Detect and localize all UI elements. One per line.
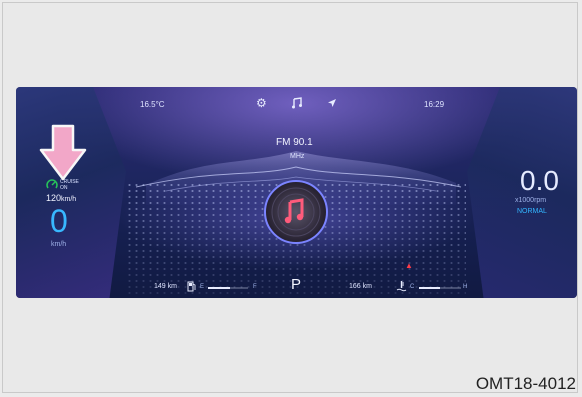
navigation-icon[interactable] [327, 98, 337, 108]
fuel-pump-icon [187, 281, 196, 292]
gear-indicator: P [291, 276, 302, 293]
radio-station: FM 90.1 [276, 137, 313, 148]
clock: 16:29 [424, 100, 445, 109]
fuel-full-label: F [253, 284, 257, 290]
rpm-unit: x1000rpm [515, 197, 547, 204]
album-art[interactable] [263, 179, 329, 245]
music-icon[interactable] [291, 97, 303, 109]
temperature-readout: 16.5°C [140, 100, 165, 109]
radio-band: MHz [290, 153, 305, 160]
temp-cold-label: C [410, 284, 415, 290]
settings-icon[interactable]: ⚙ [256, 96, 267, 110]
temp-range: 166 km [349, 283, 372, 290]
temp-gauge-fill [419, 287, 440, 289]
warning-indicator-icon: ▲ [405, 261, 413, 270]
pointer-arrow-icon [39, 124, 87, 181]
instrument-cluster: 16.5°C ⚙ 16:29 FM 90.1 MHz CRUISE ON 120… [16, 87, 577, 298]
coolant-temp-icon [396, 281, 407, 292]
cruise-set-speed: 120km/h [46, 193, 77, 203]
cruise-state: ON [60, 185, 68, 191]
temp-hot-label: H [463, 284, 468, 290]
fuel-empty-label: E [200, 284, 205, 290]
fuel-range: 149 km [154, 283, 177, 290]
drive-mode: NORMAL [517, 208, 547, 215]
figure-code: OMT18-4012 [475, 374, 576, 393]
rpm-value: 0.0 [520, 165, 559, 196]
speed-unit: km/h [51, 241, 67, 248]
speed-value: 0 [50, 203, 68, 239]
fuel-gauge-fill [208, 287, 230, 289]
